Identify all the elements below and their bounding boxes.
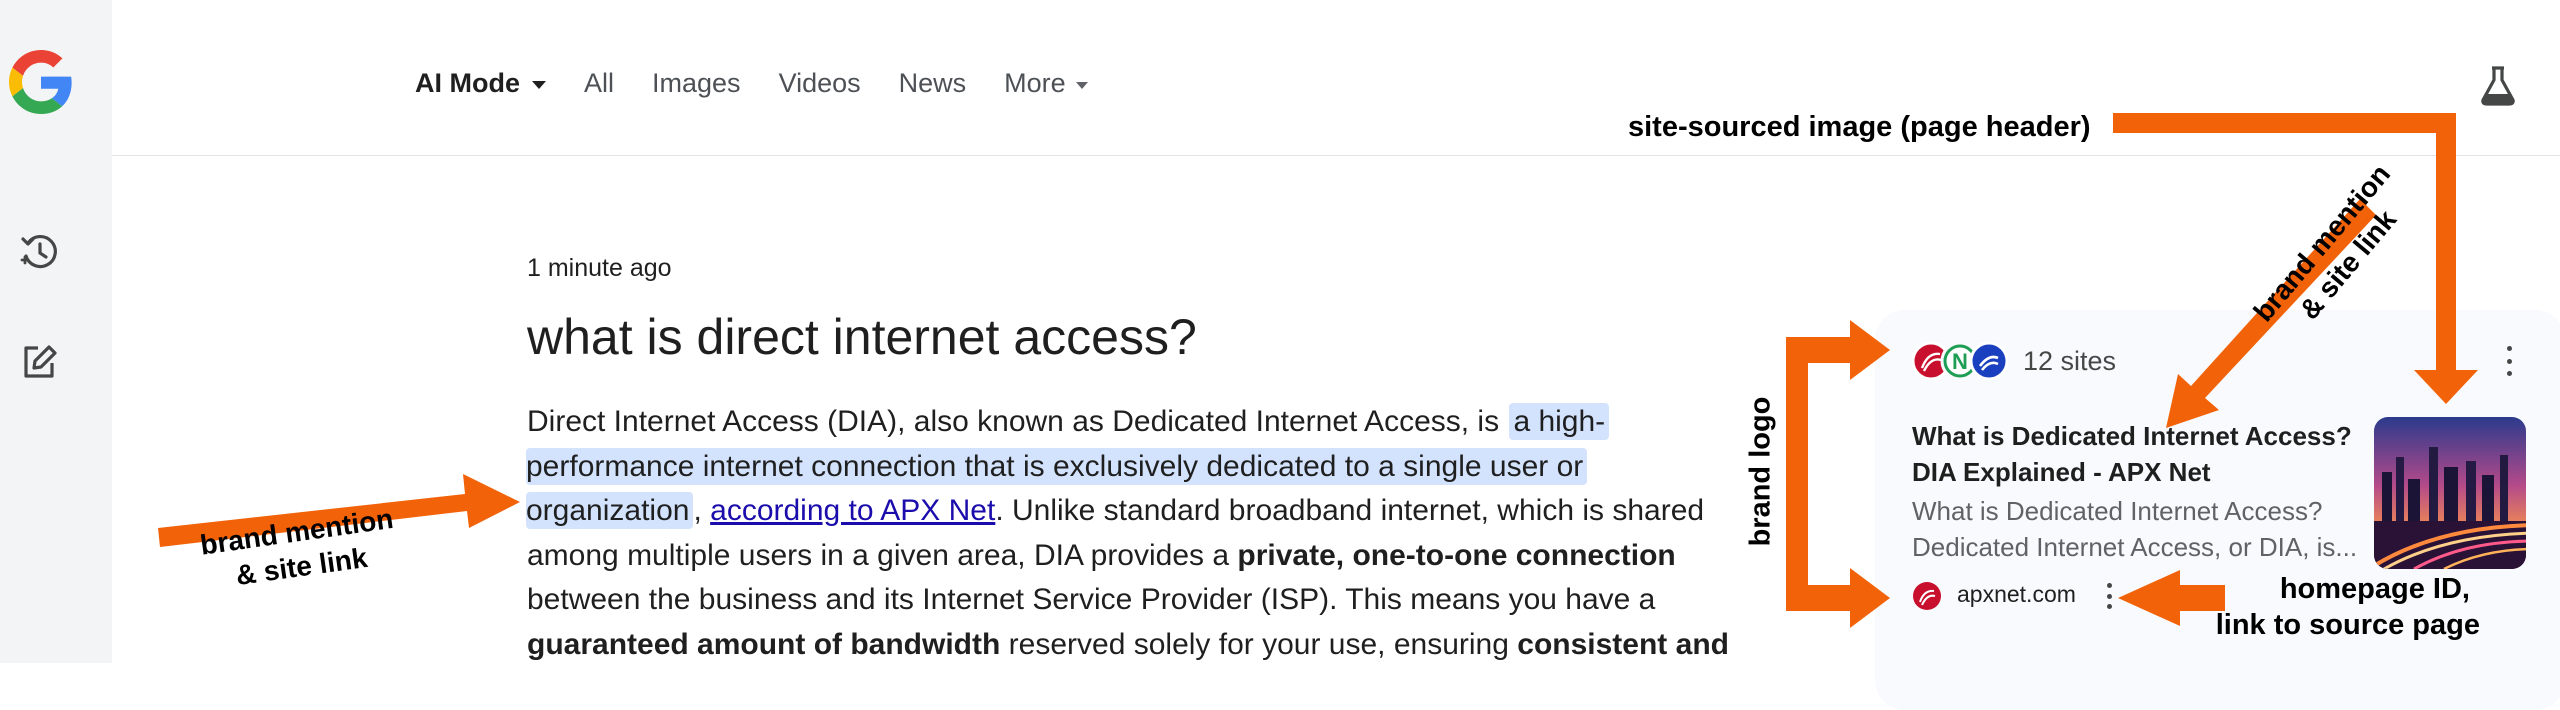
tab-ai-mode[interactable]: AI Mode [415, 68, 546, 99]
answer-line: among multiple users in a given area, DI… [527, 538, 1676, 572]
labs-flask-icon[interactable] [2478, 64, 2518, 108]
tab-images[interactable]: Images [652, 68, 741, 99]
more-options-icon[interactable] [2504, 346, 2514, 376]
highlighted-claim: a high- [1509, 403, 1610, 440]
source-card-snippet: What is Dedicated Internet Access? Dedic… [1912, 496, 2358, 562]
source-card-title[interactable]: What is Dedicated Internet Access? DIA E… [1912, 418, 2372, 490]
svg-text:N: N [1952, 349, 1968, 374]
chevron-down-icon [532, 81, 546, 89]
tab-news[interactable]: News [899, 68, 967, 99]
tab-all[interactable]: All [584, 68, 614, 99]
search-mode-tabs: AI Mode All Images Videos News More [415, 68, 1126, 99]
highlighted-claim: organization [526, 492, 694, 529]
google-logo[interactable] [9, 50, 73, 114]
history-icon[interactable] [18, 230, 62, 274]
new-chat-icon[interactable] [18, 340, 62, 384]
highlighted-claim: performance internet connection that is … [526, 447, 1588, 485]
answer-timestamp: 1 minute ago [527, 254, 672, 282]
annotation-site-image: site-sourced image (page header) [1628, 111, 2091, 143]
annotation-homepage: homepage ID, link to source page [2215, 573, 2480, 641]
chevron-down-icon [1075, 81, 1088, 89]
answer-line: guaranteed amount of bandwidth reserved … [527, 627, 1729, 661]
answer-line: performance internet connection that is … [526, 445, 1747, 490]
annotation-brand-logo: brand logo [1744, 396, 1777, 547]
answer-line: between the business and its Internet Se… [527, 583, 1656, 616]
source-favicons[interactable]: N [1910, 340, 2010, 382]
answer-line: Direct Internet Access (DIA), also known… [527, 400, 1747, 445]
source-domain-link[interactable]: apxnet.com [1957, 581, 2076, 608]
tab-videos[interactable]: Videos [779, 68, 861, 99]
answer-line: organization, according to APX Net. Unli… [526, 492, 1705, 529]
ai-answer-text: Direct Internet Access (DIA), also known… [526, 400, 1747, 667]
source-thumbnail[interactable] [2374, 417, 2526, 569]
sources-count[interactable]: 12 sites [2023, 346, 2116, 377]
annotation-brand-mention-left: brand mention & site link [198, 502, 396, 592]
page-title: what is direct internet access? [527, 309, 1197, 365]
tab-more[interactable]: More [1004, 68, 1088, 99]
site-favicon[interactable] [1912, 581, 1942, 611]
more-options-icon[interactable] [2104, 583, 2114, 609]
source-citation-link[interactable]: according to APX Net [710, 494, 995, 527]
